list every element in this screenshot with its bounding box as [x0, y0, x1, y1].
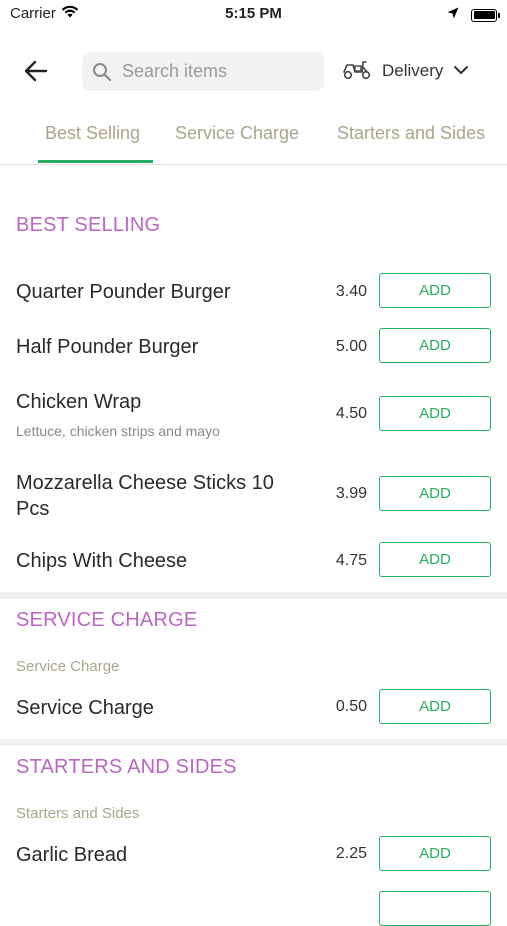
item-price: 0.50 — [335, 698, 367, 715]
item-price: 4.50 — [335, 405, 367, 422]
item-name: Mozzarella Cheese Sticks 10 Pcs — [16, 472, 274, 520]
item-name: Chicken Wrap — [16, 391, 142, 413]
add-button[interactable]: ADD — [379, 542, 491, 577]
section-title-starters-and-sides: STARTERS AND SIDES — [16, 756, 237, 778]
add-button[interactable]: ADD — [379, 689, 491, 724]
search-input[interactable] — [120, 60, 314, 83]
search-box — [82, 52, 324, 91]
item-price: 3.40 — [335, 283, 367, 300]
back-arrow-icon — [24, 60, 48, 82]
item-price: 3.99 — [335, 485, 367, 502]
delivery-label: Delivery — [382, 61, 444, 80]
item-price: 4.75 — [335, 552, 367, 569]
add-button[interactable]: ADD — [379, 836, 491, 871]
search-icon — [92, 62, 112, 82]
status-time: 5:15 PM — [225, 5, 282, 22]
item-name: Service Charge — [16, 697, 154, 719]
add-button[interactable] — [379, 891, 491, 926]
add-button[interactable]: ADD — [379, 396, 491, 431]
add-button[interactable]: ADD — [379, 328, 491, 363]
back-button[interactable] — [20, 56, 52, 86]
tab-starters-and-sides[interactable]: Starters and Sides — [337, 123, 485, 144]
section-title-best-selling: BEST SELLING — [16, 214, 161, 236]
category-tabs: Best Selling Service Charge Starters and… — [0, 110, 507, 165]
section-title-service-charge: SERVICE CHARGE — [16, 609, 198, 631]
status-bar: Carrier 5:15 PM — [0, 0, 507, 30]
status-right — [447, 6, 500, 24]
item-price: 5.00 — [335, 338, 367, 355]
item-name: Quarter Pounder Burger — [16, 281, 231, 303]
section-subtitle: Service Charge — [16, 658, 120, 675]
section-divider — [0, 592, 507, 599]
section-divider — [0, 739, 507, 746]
add-button[interactable]: ADD — [379, 476, 491, 511]
add-button[interactable]: ADD — [379, 273, 491, 308]
item-name: Garlic Bread — [16, 844, 128, 866]
battery-icon — [471, 8, 500, 22]
tab-service-charge[interactable]: Service Charge — [175, 123, 299, 144]
active-tab-indicator — [38, 160, 153, 163]
chevron-down-icon — [453, 62, 469, 80]
scooter-icon — [342, 58, 372, 85]
header: Delivery — [0, 48, 507, 94]
item-name: Half Pounder Burger — [16, 336, 199, 358]
item-price: 2.25 — [335, 845, 367, 862]
location-arrow-icon — [447, 6, 459, 24]
section-subtitle: Starters and Sides — [16, 805, 140, 822]
item-name: Chips With Cheese — [16, 550, 188, 572]
delivery-selector[interactable]: Delivery — [342, 56, 469, 86]
tab-best-selling[interactable]: Best Selling — [45, 123, 140, 144]
item-description: Lettuce, chicken strips and mayo — [16, 423, 220, 439]
